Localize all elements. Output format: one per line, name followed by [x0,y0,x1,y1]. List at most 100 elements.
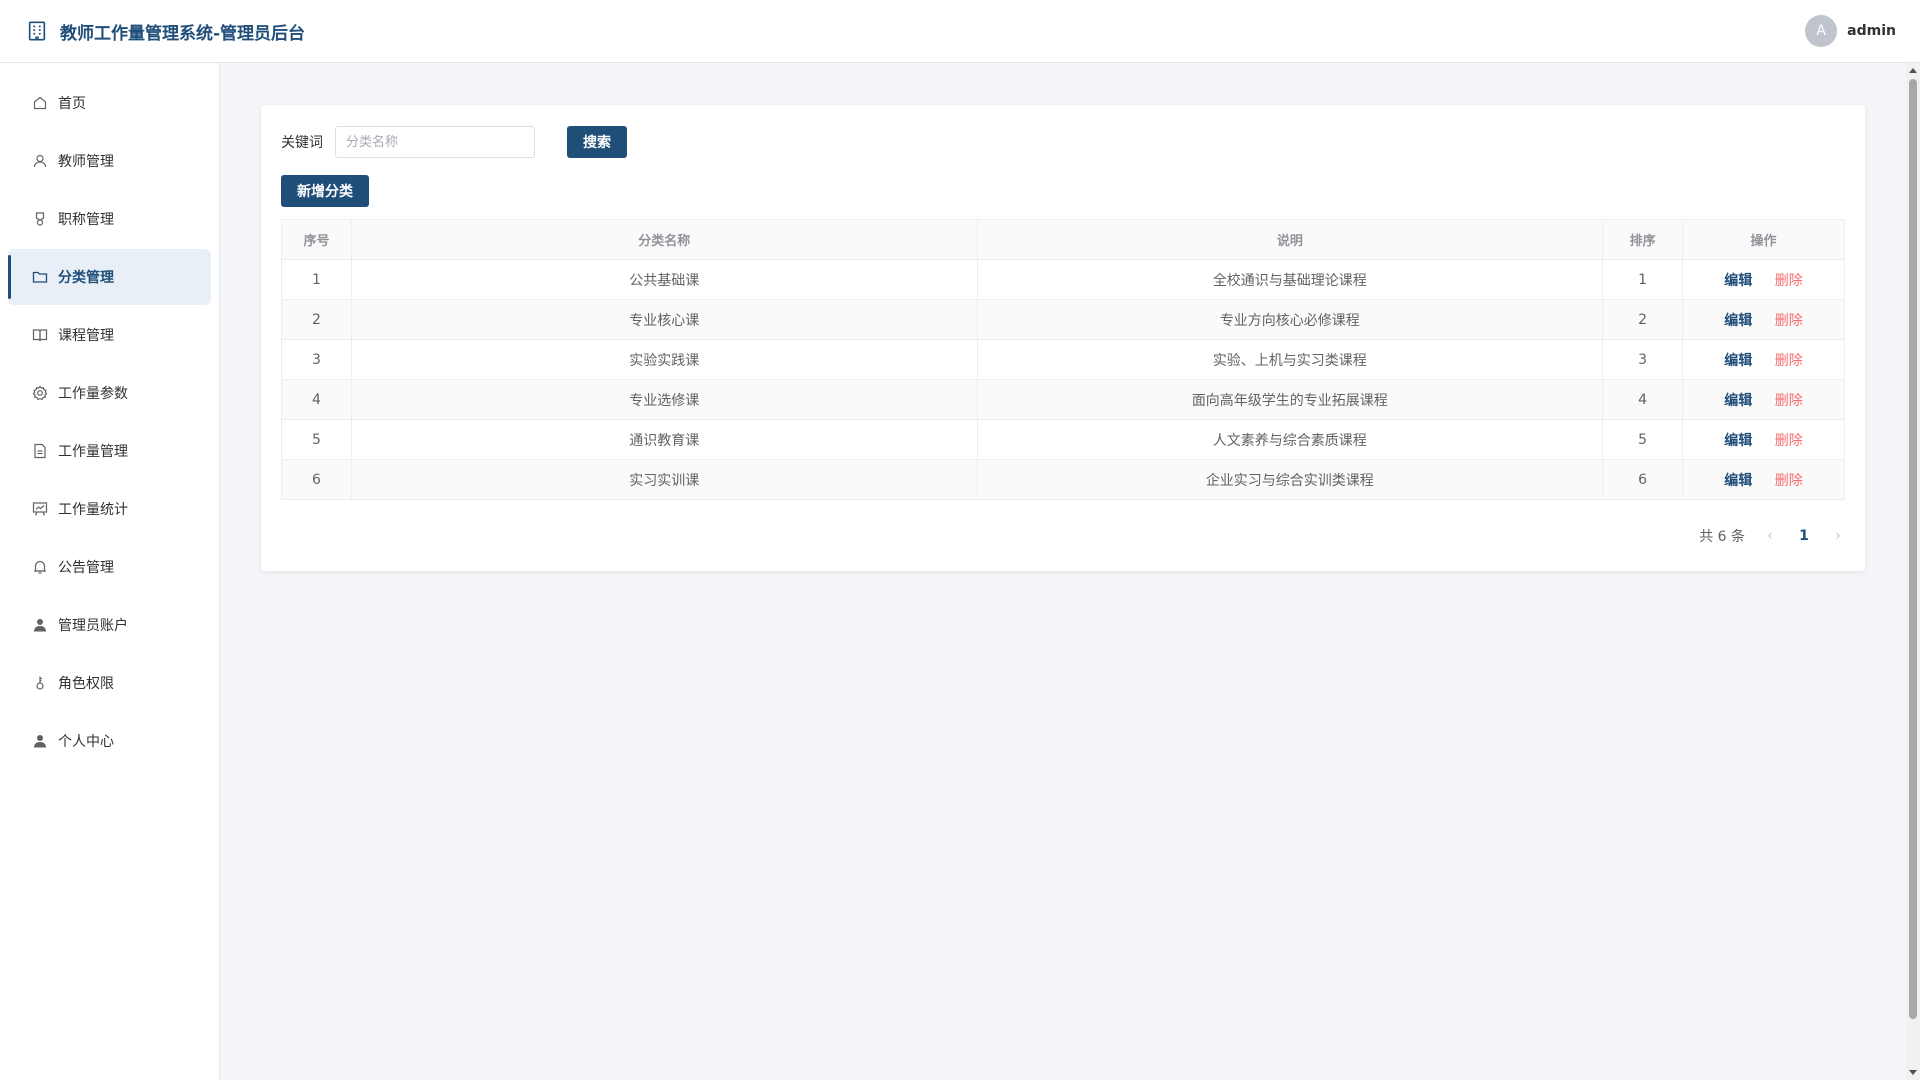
next-page-icon[interactable]: › [1831,528,1845,544]
delete-button[interactable]: 删除 [1775,273,1803,289]
sidebar-item-label: 工作量管理 [58,444,128,460]
key-icon [32,675,48,691]
sidebar-item-label: 管理员账户 [58,618,128,634]
sidebar-item-profile[interactable]: 个人中心 [8,713,211,769]
table-row: 5 通识教育课 人文素养与综合素质课程 5 编辑 删除 [281,419,1845,460]
page-number[interactable]: 1 [1795,528,1813,544]
sidebar-item-workload-management[interactable]: 工作量管理 [8,423,211,479]
cell-name: 实习实训课 [350,459,978,500]
search-row: 关键词 搜索 [281,125,1845,159]
cell-actions: 编辑 删除 [1682,299,1845,340]
sidebar-item-role-permissions[interactable]: 角色权限 [8,655,211,711]
page-scrollbar[interactable] [1906,63,1920,1080]
cell-actions: 编辑 删除 [1682,339,1845,380]
delete-button[interactable]: 删除 [1775,393,1803,409]
document-icon [32,443,48,459]
cell-actions: 编辑 删除 [1682,379,1845,420]
edit-button[interactable]: 编辑 [1724,433,1752,449]
sidebar-item-home[interactable]: 首页 [8,75,211,131]
category-table: 序号 分类名称 说明 排序 操作 1 公共基础课 全校通识与基础理论课程 1 编… [281,219,1845,500]
edit-button[interactable]: 编辑 [1724,473,1752,489]
search-button[interactable]: 搜索 [567,126,627,158]
username[interactable]: admin [1847,23,1896,39]
search-input[interactable] [335,126,535,158]
bell-icon [32,559,48,575]
cell-actions: 编辑 删除 [1682,259,1845,300]
col-desc-header: 说明 [976,219,1604,260]
cell-actions: 编辑 删除 [1682,459,1845,500]
sidebar: 首页 教师管理 职称管理 分类管理 课程管理 工作量参数 工作量管理 工作量统计… [0,63,220,1080]
sidebar-item-label: 个人中心 [58,734,114,750]
delete-button[interactable]: 删除 [1775,473,1803,489]
avatar[interactable]: A [1805,15,1838,47]
cell-index: 1 [281,259,352,300]
user-filled-icon [32,733,48,749]
user-filled-icon [32,617,48,633]
cell-actions: 编辑 删除 [1682,419,1845,460]
sidebar-item-label: 课程管理 [58,328,114,344]
edit-button[interactable]: 编辑 [1724,273,1752,289]
sidebar-item-teachers[interactable]: 教师管理 [8,133,211,189]
brand: 教师工作量管理系统-管理员后台 [26,19,305,44]
sidebar-item-workload-params[interactable]: 工作量参数 [8,365,211,421]
user-icon [32,153,48,169]
edit-button[interactable]: 编辑 [1724,313,1752,329]
cell-desc: 企业实习与综合实训类课程 [976,459,1604,500]
category-panel: 关键词 搜索 新增分类 序号 分类名称 说明 排序 操作 1 公共基础课 全校通… [261,105,1865,571]
cell-index: 4 [281,379,352,420]
cell-name: 专业核心课 [350,299,978,340]
cell-name: 通识教育课 [350,419,978,460]
badge-icon [32,211,48,227]
sidebar-item-label: 首页 [58,96,86,112]
cell-desc: 全校通识与基础理论课程 [976,259,1604,300]
cell-index: 5 [281,419,352,460]
app-title: 教师工作量管理系统-管理员后台 [60,23,306,44]
keyword-label: 关键词 [281,135,323,151]
sidebar-item-label: 分类管理 [58,270,114,286]
scroll-down-icon[interactable] [1909,1070,1917,1075]
sidebar-item-admin-accounts[interactable]: 管理员账户 [8,597,211,653]
add-category-button[interactable]: 新增分类 [281,175,369,207]
col-name-header: 分类名称 [350,219,978,260]
sidebar-item-courses[interactable]: 课程管理 [8,307,211,363]
sidebar-item-workload-stats[interactable]: 工作量统计 [8,481,211,537]
scroll-up-icon[interactable] [1909,68,1917,73]
user-menu[interactable]: A admin [1805,15,1896,47]
cell-index: 6 [281,459,352,500]
delete-button[interactable]: 删除 [1775,353,1803,369]
cell-order: 2 [1602,299,1684,340]
cell-index: 2 [281,299,352,340]
cell-name: 专业选修课 [350,379,978,420]
sidebar-item-label: 教师管理 [58,154,114,170]
sidebar-item-titles[interactable]: 职称管理 [8,191,211,247]
delete-button[interactable]: 删除 [1775,433,1803,449]
home-icon [32,95,48,111]
edit-button[interactable]: 编辑 [1724,353,1752,369]
sidebar-item-notices[interactable]: 公告管理 [8,539,211,595]
prev-page-icon[interactable]: ‹ [1763,528,1777,544]
table-header-row: 序号 分类名称 说明 排序 操作 [281,219,1845,260]
cell-order: 6 [1602,459,1684,500]
sidebar-item-label: 工作量参数 [58,386,128,402]
delete-button[interactable]: 删除 [1775,313,1803,329]
cell-desc: 面向高年级学生的专业拓展课程 [976,379,1604,420]
folder-icon [32,269,48,285]
cell-order: 3 [1602,339,1684,380]
table-row: 3 实验实践课 实验、上机与实习类课程 3 编辑 删除 [281,339,1845,380]
building-icon [26,20,48,42]
col-actions-header: 操作 [1682,219,1845,260]
cell-name: 实验实践课 [350,339,978,380]
sidebar-item-categories[interactable]: 分类管理 [8,249,211,305]
cell-order: 5 [1602,419,1684,460]
gear-icon [32,385,48,401]
edit-button[interactable]: 编辑 [1724,393,1752,409]
pagination-total: 共 6 条 [1699,529,1745,545]
book-icon [32,327,48,343]
sidebar-item-label: 角色权限 [58,676,114,692]
scroll-thumb[interactable] [1909,79,1917,1019]
cell-index: 3 [281,339,352,380]
table-row: 2 专业核心课 专业方向核心必修课程 2 编辑 删除 [281,299,1845,340]
sidebar-item-label: 公告管理 [58,560,114,576]
pagination: 共 6 条 ‹ 1 › [281,526,1845,546]
cell-name: 公共基础课 [350,259,978,300]
